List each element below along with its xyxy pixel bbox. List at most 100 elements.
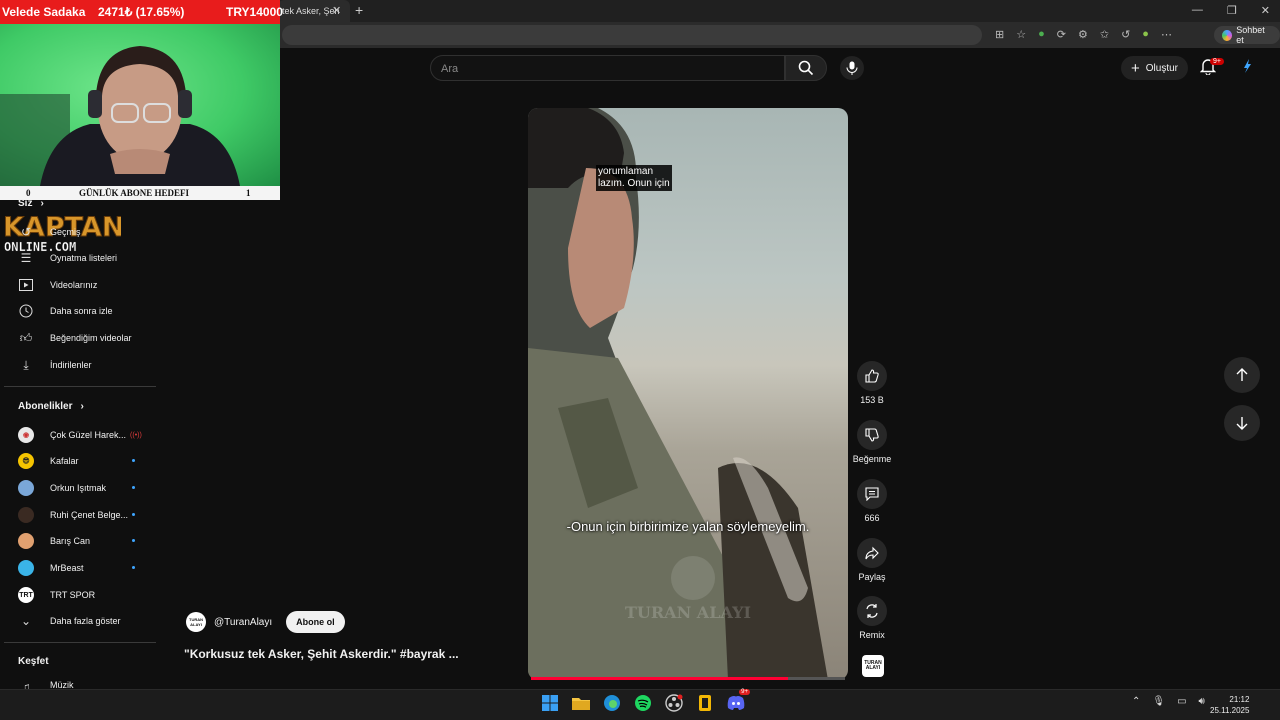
edge-browser-icon[interactable] — [602, 693, 622, 713]
sidebar-item-liked-videos[interactable]: 👍︎ Beğendiğim videolar — [18, 330, 132, 346]
tab-title: tek Asker, Şeh — [282, 6, 340, 16]
new-tab-icon[interactable]: + — [355, 2, 363, 18]
share-icon — [865, 546, 879, 560]
sidebar-item-label: Çok Güzel Harek... — [50, 430, 127, 440]
donation-banner: Velede Sadaka 2471₺ (17.65%) TRY14000 — [0, 0, 283, 24]
favorites-icon[interactable]: ✩ — [1100, 28, 1109, 41]
you-section-heading[interactable]: Siz › — [18, 198, 44, 209]
comments-button[interactable] — [857, 479, 887, 509]
goal-label: GÜNLÜK ABONE HEDEFI — [79, 188, 190, 198]
channel-avatar: TRT — [18, 587, 34, 603]
tab-close-icon[interactable]: ✕ — [332, 4, 341, 17]
sidebar-divider — [4, 386, 156, 387]
remix-action[interactable]: Remix — [852, 596, 892, 640]
search-placeholder: Ara — [441, 63, 459, 75]
browser-extensions: ⊞ ☆ ● ⟳ ⚙ ✩ ↺ ● ⋯ — [995, 28, 1172, 41]
sidebar-subscription[interactable]: Ruhi Çenet Belge... — [18, 507, 135, 523]
show-more-button[interactable]: ⌄ Daha fazla göster — [18, 613, 121, 629]
user-avatar-icon — [1244, 59, 1251, 73]
shield-icon[interactable]: ● — [1038, 28, 1045, 41]
sidebar-item-label: İndirilenler — [50, 360, 92, 370]
music-icon: ♫ — [21, 680, 31, 689]
channel-avatar — [18, 560, 34, 576]
volume-icon[interactable]: 🔊︎ — [1199, 696, 1205, 707]
refresh-extension-icon[interactable]: ⟳ — [1057, 28, 1066, 41]
dislike-button[interactable] — [857, 420, 887, 450]
favorite-star-icon[interactable]: ☆ — [1016, 28, 1026, 41]
sidebar-item-watch-later[interactable]: Daha sonra izle — [18, 303, 113, 319]
search-button[interactable] — [785, 55, 827, 81]
previous-video-button[interactable] — [1224, 357, 1260, 393]
explore-heading-label: Keşfet — [18, 656, 49, 667]
search-input[interactable]: Ara — [430, 55, 785, 81]
sidebar-subscription[interactable]: TRT TRT SPOR — [18, 587, 95, 603]
comments-action[interactable]: 666 — [852, 479, 892, 523]
channel-logo[interactable]: TURAN ALAYI — [186, 612, 206, 632]
sidebar-item-label: TRT SPOR — [50, 590, 96, 600]
like-action[interactable]: 153 B — [852, 361, 892, 405]
goal-end: 1 — [246, 188, 251, 198]
video-icon — [18, 278, 34, 292]
sidebar-subscription[interactable]: Orkun Işıtmak — [18, 480, 135, 496]
next-video-button[interactable] — [1224, 405, 1260, 441]
system-clock[interactable]: 21:12 25.11.2025 — [1210, 694, 1249, 716]
donation-name: Velede Sadaka — [2, 5, 86, 19]
channel-sound-thumbnail[interactable]: TURAN ALAYI — [862, 655, 884, 677]
network-icon[interactable]: ▭ — [1177, 696, 1186, 707]
subscribe-button[interactable]: Abone ol — [286, 611, 345, 633]
sidebar-subscription[interactable]: ◉ Çok Güzel Harek... ((•)) — [18, 427, 142, 443]
remix-button[interactable] — [857, 596, 887, 626]
notification-badge: 9+ — [1210, 58, 1224, 65]
channel-avatar: 😎︎ — [18, 453, 34, 469]
like-button[interactable] — [857, 361, 887, 391]
close-window-icon[interactable]: ✕ — [1261, 4, 1270, 17]
dislike-action[interactable]: Beğenme — [852, 420, 892, 464]
sidebar-item-downloads[interactable]: ⤓ İndirilenler — [18, 357, 92, 373]
copilot-icon — [1222, 29, 1233, 41]
sidebar-item-label: Videolarınız — [50, 280, 98, 290]
sidebar-subscription[interactable]: Barış Can — [18, 533, 135, 549]
apps-icon[interactable]: ⊞ — [995, 28, 1004, 41]
subscriptions-heading[interactable]: Abonelikler › — [18, 401, 84, 412]
windows-start-icon[interactable] — [540, 693, 560, 713]
plus-icon: + — [1131, 59, 1140, 77]
shorts-video-player[interactable]: TURAN ALAYI — [528, 108, 848, 680]
thumbs-down-icon — [865, 428, 879, 442]
voice-search-button[interactable] — [840, 56, 864, 80]
restore-icon[interactable]: ❐ — [1227, 4, 1237, 17]
video-title[interactable]: "Korkusuz tek Asker, Şehit Askerdir." #b… — [184, 647, 459, 661]
clock-icon — [18, 304, 34, 318]
microphone-tray-icon[interactable]: 🎙︎ — [1152, 696, 1165, 707]
arrow-down-icon — [1236, 417, 1248, 430]
sidebar-subscription[interactable]: MrBeast — [18, 560, 135, 576]
sidebar-item-history[interactable]: ↺ Geçmiş — [18, 224, 81, 240]
share-action[interactable]: Paylaş — [852, 538, 892, 582]
discord-icon[interactable]: 9+ — [726, 689, 750, 713]
thumbs-up-icon: 👍︎ — [19, 330, 33, 345]
create-label: Oluştur — [1145, 62, 1178, 74]
chevron-up-icon[interactable]: ⌃ — [1132, 696, 1140, 707]
sidebar-item-music[interactable]: ♫ Müzik — [18, 680, 74, 689]
file-explorer-icon[interactable] — [571, 693, 591, 713]
sidebar-item-playlists[interactable]: ☰ Oynatma listeleri — [18, 250, 117, 266]
minimize-icon[interactable]: — — [1192, 4, 1203, 17]
sidebar-subscription[interactable]: 😎︎ Kafalar — [18, 453, 135, 469]
spotify-icon[interactable] — [633, 693, 653, 713]
dislike-label: Beğenme — [852, 454, 892, 464]
extension-icon[interactable]: ⚙ — [1078, 28, 1088, 41]
explore-heading: Keşfet — [18, 656, 49, 667]
address-bar[interactable] — [282, 25, 982, 45]
more-menu-icon[interactable]: ⋯ — [1161, 28, 1172, 41]
system-tray: ⌃ 🎙︎ ▭ 🔊︎ — [1132, 696, 1205, 707]
playlist-icon: ☰ — [20, 251, 32, 265]
copilot-button[interactable]: Sohbet et — [1214, 25, 1280, 45]
sidebar-item-your-videos[interactable]: Videolarınız — [18, 277, 97, 293]
channel-handle[interactable]: @TuranAlayı — [214, 617, 272, 628]
history-browser-icon[interactable]: ↺ — [1121, 28, 1130, 41]
profile-icon[interactable]: ● — [1142, 28, 1149, 41]
account-avatar[interactable] — [1240, 58, 1254, 74]
obs-icon[interactable] — [664, 693, 684, 713]
app-icon[interactable] — [695, 693, 715, 713]
create-button[interactable]: + Oluştur — [1121, 56, 1188, 80]
share-button[interactable] — [857, 538, 887, 568]
